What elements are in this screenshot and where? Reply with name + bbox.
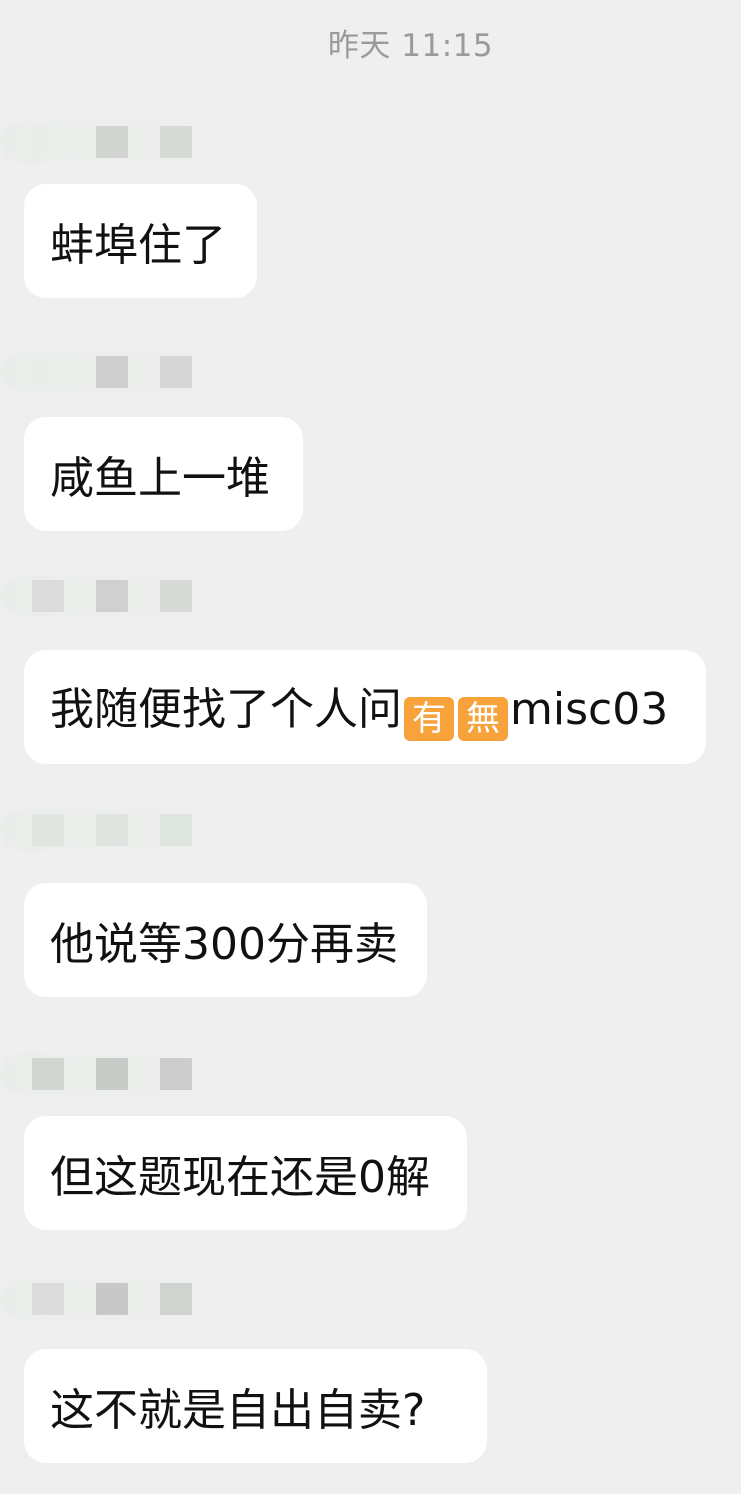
sender-name-blurred[interactable] [0,1279,300,1319]
message-bubble[interactable]: 我随便找了个人问有無 misc03 [24,650,706,764]
message-bubble[interactable]: 咸鱼上一堆 [24,417,303,531]
message-bubble[interactable]: 这不就是自出自卖? [24,1349,487,1463]
sender-name-blurred[interactable] [0,576,300,616]
message-text: 蚌埠住了 [50,220,226,271]
message-text: 咸鱼上一堆 [50,453,270,504]
message-text: 但这题现在还是0解 [50,1152,430,1203]
emoji-you-icon: 有 [404,697,454,741]
sender-name-blurred[interactable] [0,122,300,162]
message-text: 我随便找了个人问有無 misc03 [50,673,668,741]
message-bubble[interactable]: 但这题现在还是0解 [24,1116,467,1230]
timestamp: 昨天 11:15 [327,28,494,64]
message-text-part: 我随便找了个人问 [50,684,402,735]
message-bubble[interactable]: 蚌埠住了 [24,184,257,298]
sender-name-blurred[interactable] [0,352,300,392]
sender-name-blurred[interactable] [0,1054,300,1094]
message-bubble[interactable]: 他说等300分再卖 [24,883,427,997]
message-text-part: misc03 [510,684,669,735]
sender-name-blurred[interactable] [0,810,300,850]
message-text: 他说等300分再卖 [50,919,398,970]
emoji-wu-icon: 無 [458,697,508,741]
message-text: 这不就是自出自卖? [50,1385,426,1436]
